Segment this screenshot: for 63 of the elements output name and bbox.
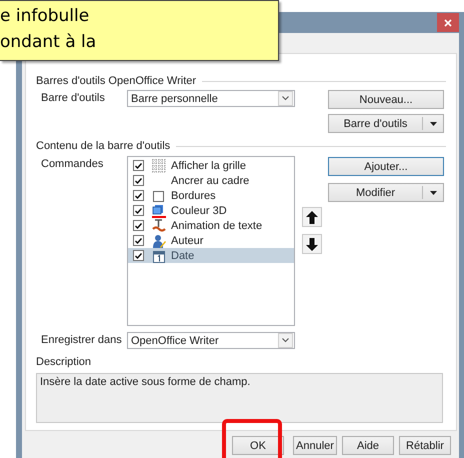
- command-label: Date: [171, 250, 194, 262]
- arrow-up-icon: [306, 210, 318, 224]
- command-label: Ancrer au cadre: [171, 174, 250, 186]
- command-item[interactable]: Auteur: [128, 233, 294, 248]
- animation-icon: [152, 218, 166, 232]
- move-up-button[interactable]: [302, 207, 322, 227]
- move-down-button[interactable]: [302, 234, 322, 254]
- dialog-button[interactable]: Aide: [342, 436, 394, 455]
- field-label: Commandes: [41, 157, 104, 172]
- checkbox[interactable]: [133, 220, 144, 231]
- grid-icon: [152, 158, 166, 172]
- command-item[interactable]: Couleur 3D: [128, 203, 294, 218]
- command-label: Afficher la grille: [171, 160, 246, 172]
- close-button[interactable]: [437, 13, 459, 32]
- chevron-icon: [282, 338, 289, 343]
- caret-icon: [430, 122, 436, 126]
- description-label: Description: [36, 356, 92, 368]
- check-icon: [135, 208, 142, 214]
- command-item[interactable]: Afficher la grille: [128, 158, 294, 173]
- checkbox[interactable]: [133, 205, 144, 216]
- field-label: Barre d'outils: [41, 91, 106, 106]
- dialog-button[interactable]: Rétablir: [399, 436, 451, 455]
- calendar-icon: [152, 248, 166, 262]
- command-item[interactable]: Ancrer au cadre: [128, 173, 294, 188]
- checkbox[interactable]: [133, 235, 144, 246]
- check-icon: [135, 162, 142, 168]
- check-icon: [135, 238, 142, 244]
- command-label: Bordures: [171, 190, 216, 202]
- dialog-button[interactable]: OK: [232, 436, 284, 455]
- section-heading: Contenu de la barre d'outils: [36, 140, 170, 152]
- new-button[interactable]: Nouveau...: [328, 90, 444, 109]
- tooltip-text: ondant à la: [0, 31, 98, 54]
- person-icon: [152, 234, 166, 248]
- command-label: Animation de texte: [171, 220, 262, 232]
- field-label: Enregistrer dans: [41, 333, 123, 348]
- border-icon: [152, 188, 166, 202]
- modify-button[interactable]: Modifier: [328, 183, 444, 202]
- check-icon: [135, 178, 142, 184]
- toolbar-menu-button[interactable]: Barre d'outils: [328, 114, 444, 133]
- arrow-down-icon: [306, 238, 318, 250]
- dialog-button[interactable]: Annuler: [293, 436, 337, 455]
- command-item[interactable]: Bordures: [128, 188, 294, 203]
- checkbox[interactable]: [133, 175, 144, 186]
- command-label: Couleur 3D: [171, 204, 227, 216]
- check-icon: [135, 252, 142, 258]
- toolbar-dropdown[interactable]: Barre personnelle: [127, 90, 295, 107]
- check-icon: [135, 192, 142, 198]
- chevron-icon: [282, 96, 289, 101]
- section-heading: Barres d'outils OpenOffice Writer: [36, 75, 196, 87]
- check-icon: [135, 222, 142, 228]
- command-item[interactable]: Animation de texte: [128, 218, 294, 233]
- checkbox[interactable]: [133, 190, 144, 201]
- checkbox[interactable]: [133, 250, 144, 261]
- cube-icon: [152, 204, 166, 218]
- caret-icon: [430, 190, 436, 194]
- add-button[interactable]: Ajouter...: [328, 157, 444, 176]
- checkbox[interactable]: [133, 160, 144, 171]
- description-text: Insère la date active sous forme de champ.: [36, 373, 443, 423]
- command-label: Auteur: [171, 234, 204, 246]
- command-item[interactable]: Date: [128, 248, 294, 263]
- save-in-dropdown[interactable]: OpenOffice Writer: [127, 332, 295, 349]
- close-icon: [444, 18, 452, 26]
- tooltip-text: e infobulle: [0, 5, 90, 28]
